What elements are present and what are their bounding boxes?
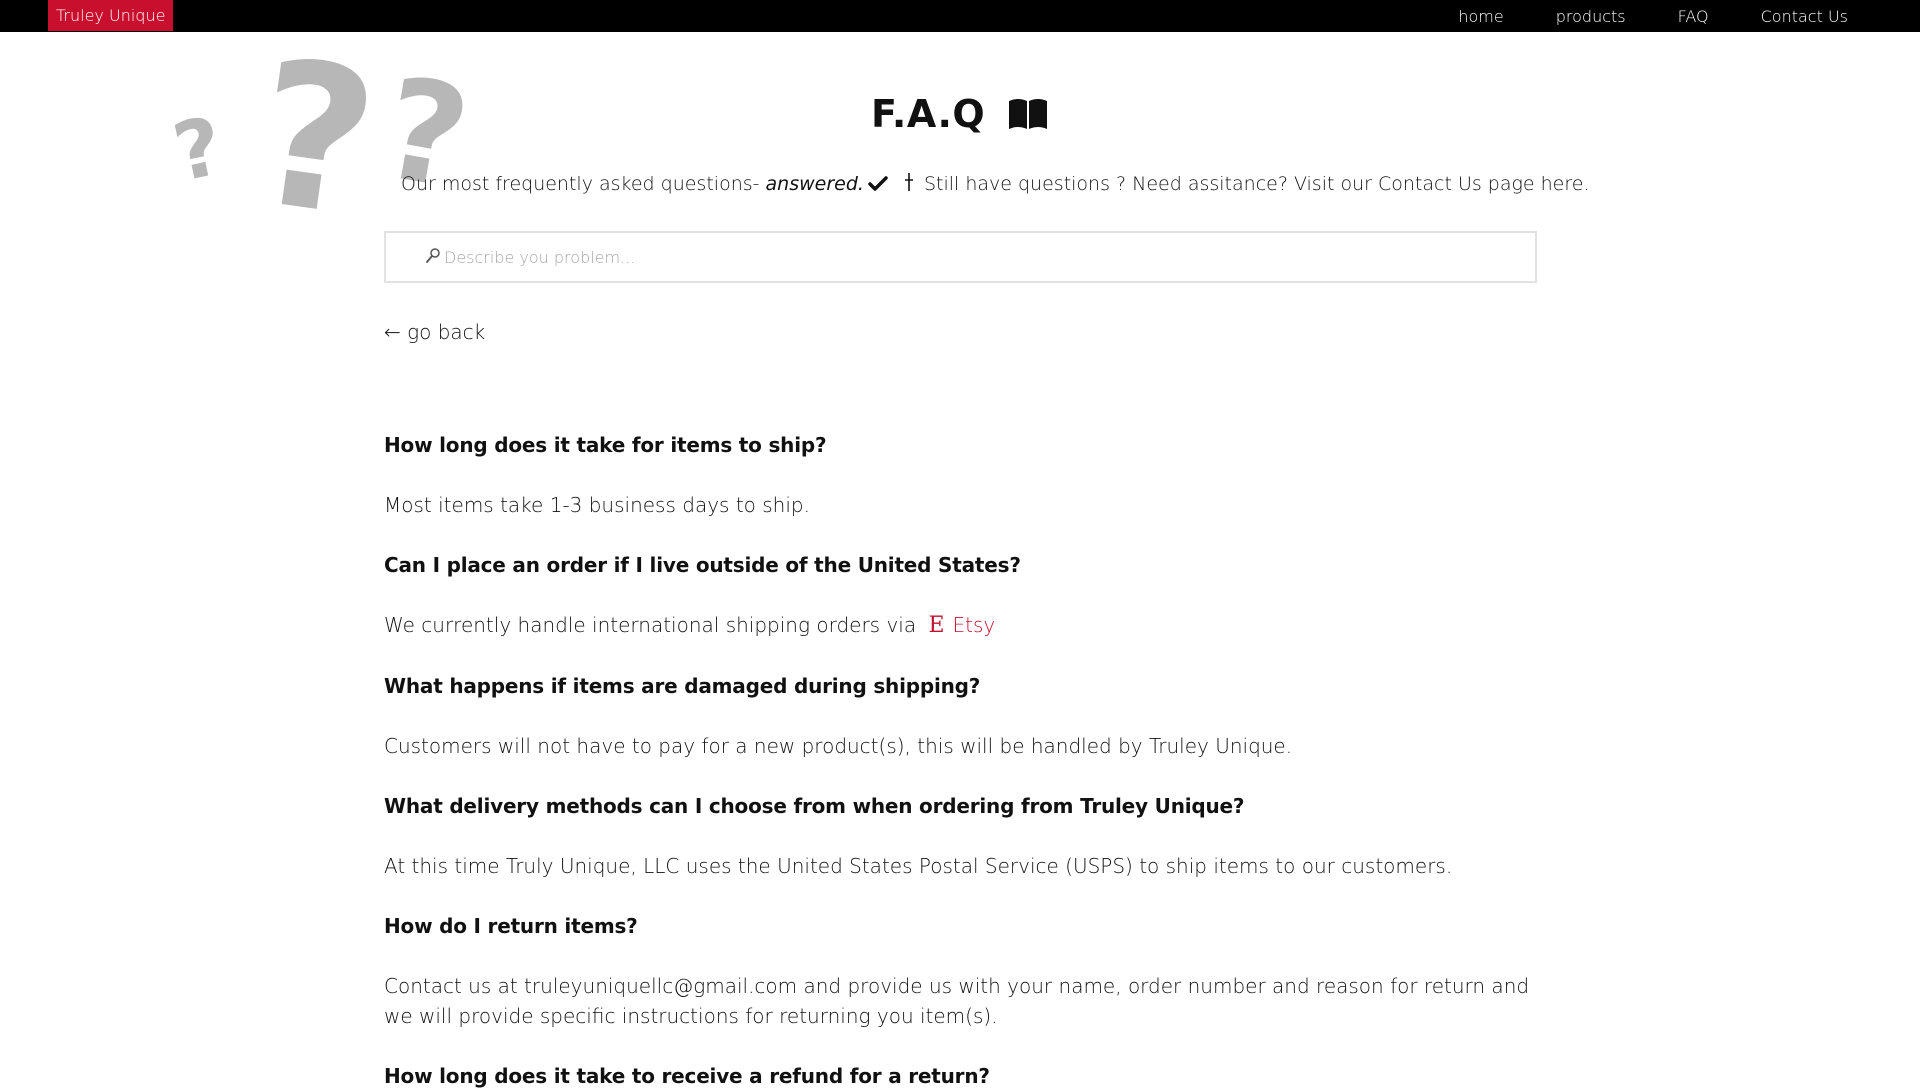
contact-us-link[interactable]: Still have questions ? Need assitance? V… — [924, 173, 1590, 195]
question-mark-icon: ? — [241, 16, 389, 263]
brand-logo-link[interactable]: Truley Unique — [48, 0, 174, 31]
etsy-link[interactable]: E Etsy — [928, 613, 996, 638]
go-back-link[interactable]: ← go back — [384, 320, 485, 344]
nav-links: home products FAQ Contact Us — [1406, 0, 1848, 32]
faq-question: Can I place an order if I live outside o… — [384, 553, 1021, 577]
faq-question: How do I return items? — [384, 914, 638, 938]
book-icon — [1007, 96, 1049, 140]
page-title: F.A.Q — [0, 92, 1920, 140]
search-box — [384, 231, 1537, 283]
faq-answer: Contact us at truleyuniquellc@gmail.com … — [384, 974, 1530, 1028]
faq-question: What happens if items are damaged during… — [384, 674, 981, 698]
search-icon — [426, 248, 440, 268]
nav-link-products[interactable]: products — [1556, 7, 1626, 26]
faq-answer: We currently handle international shippi… — [384, 610, 1537, 641]
etsy-link-label: Etsy — [952, 613, 996, 637]
faq-question: How long does it take for items to ship? — [384, 433, 827, 457]
intro-emphasis: answered. — [765, 173, 864, 195]
faq-answer: Most items take 1-3 business days to shi… — [384, 493, 810, 517]
intro-text: Our most frequently asked questions- ans… — [401, 171, 1590, 198]
faq-question: What delivery methods can I choose from … — [384, 794, 1245, 818]
check-icon — [868, 175, 888, 197]
faq-answer-text: We currently handle international shippi… — [384, 613, 917, 637]
cursor-icon — [904, 171, 914, 198]
faq-answer: At this time Truly Unique, LLC uses the … — [384, 854, 1453, 878]
etsy-icon: E — [928, 613, 945, 638]
nav-link-home[interactable]: home — [1458, 7, 1503, 26]
faq-answer: Customers will not have to pay for a new… — [384, 734, 1293, 758]
nav-link-contact[interactable]: Contact Us — [1761, 7, 1848, 26]
search-input[interactable] — [442, 233, 1522, 281]
faq-question: How long does it take to receive a refun… — [384, 1064, 990, 1088]
faq-list: How long does it take for items to ship?… — [384, 430, 1537, 1091]
page-title-text: F.A.Q — [871, 92, 986, 136]
question-marks-decoration: ? ? ? — [166, 16, 480, 263]
nav-link-faq[interactable]: FAQ — [1678, 7, 1709, 26]
intro-prefix: Our most frequently asked questions- — [401, 173, 766, 195]
